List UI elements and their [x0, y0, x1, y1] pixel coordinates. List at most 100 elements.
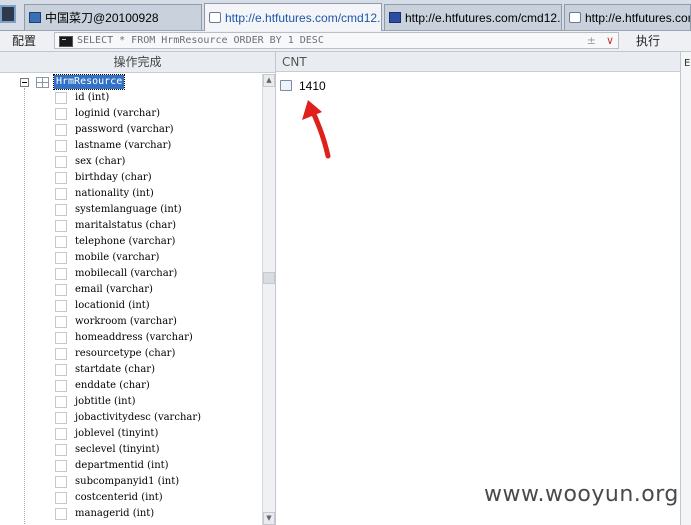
column-icon	[55, 508, 67, 520]
tree-node-column[interactable]: costcenterid (int)	[0, 490, 262, 506]
column-label: loginid (varchar)	[75, 108, 161, 119]
flag-icon	[389, 12, 401, 23]
tree-node-column[interactable]: homeaddress (varchar)	[0, 330, 262, 346]
tree-node-column[interactable]: jobactivitydesc (varchar)	[0, 410, 262, 426]
tab-url-2[interactable]: http://e.htfutures.com/cmd12...	[384, 4, 562, 30]
execute-button[interactable]: 执行	[626, 33, 670, 49]
tree-node-column[interactable]: systemlanguage (int)	[0, 202, 262, 218]
column-icon	[55, 428, 67, 440]
right-panel-edge: E	[680, 52, 691, 525]
tree-node-column[interactable]: id (int)	[0, 90, 262, 106]
column-label: startdate (char)	[75, 364, 155, 375]
column-label: systemlanguage (int)	[75, 204, 182, 215]
tree-node-column[interactable]: resourcetype (char)	[0, 346, 262, 362]
column-icon	[55, 92, 67, 104]
chevron-down-icon[interactable]: ∨	[606, 33, 614, 48]
tree-node-column[interactable]: loginid (varchar)	[0, 106, 262, 122]
schema-tree[interactable]: HrmResource id (int) loginid (varchar) pas…	[0, 74, 262, 525]
tree-node-column[interactable]: jobtitle (int)	[0, 394, 262, 410]
tab-title: http://e.htfutures.com/cmd12...	[225, 10, 382, 25]
column-icon	[55, 284, 67, 296]
tree-node-column[interactable]: workroom (varchar)	[0, 314, 262, 330]
table-icon	[36, 77, 49, 88]
scroll-thumb[interactable]	[263, 272, 275, 284]
tree-node-column[interactable]: mobilecall (varchar)	[0, 266, 262, 282]
column-icon	[55, 268, 67, 280]
tree-node-column[interactable]: enddate (char)	[0, 378, 262, 394]
tree-node-hrmresource[interactable]: HrmResource	[52, 74, 126, 90]
tab-chopper[interactable]: 中国菜刀@20100928	[24, 4, 202, 30]
tree-node-column[interactable]: password (varchar)	[0, 122, 262, 138]
tree-node-column[interactable]: joblevel (tinyint)	[0, 426, 262, 442]
scroll-up-icon[interactable]: ▲	[263, 74, 275, 87]
tab-active-url[interactable]: http://e.htfutures.com/cmd12...	[204, 3, 382, 31]
column-icon	[55, 348, 67, 360]
column-icon	[55, 300, 67, 312]
column-label: locationid (int)	[75, 300, 150, 311]
column-label: seclevel (tinyint)	[75, 444, 160, 455]
column-icon	[55, 460, 67, 472]
tree-node-column[interactable]: subcompanyid1 (int)	[0, 474, 262, 490]
column-icon	[55, 316, 67, 328]
tree-node-column[interactable]: birthday (char)	[0, 170, 262, 186]
watermark: www.wooyun.org	[484, 482, 679, 507]
tab-url-3[interactable]: http://e.htfutures.com/	[564, 4, 691, 30]
right-edge-label: E	[684, 58, 691, 69]
tree-node-column[interactable]: lastname (varchar)	[0, 138, 262, 154]
tree-node-column[interactable]: departmentid (int)	[0, 458, 262, 474]
tree-node-column[interactable]: telephone (varchar)	[0, 234, 262, 250]
column-label: homeaddress (varchar)	[75, 332, 193, 343]
tree-node-column[interactable]: maritalstatus (char)	[0, 218, 262, 234]
collapse-icon[interactable]	[20, 78, 29, 87]
page-icon	[569, 12, 581, 23]
column-icon	[55, 444, 67, 456]
tree-node-column[interactable]: locationid (int)	[0, 298, 262, 314]
status-header: 操作完成	[0, 52, 275, 73]
tree-node-column[interactable]: email (varchar)	[0, 282, 262, 298]
column-label: managerid (int)	[75, 508, 155, 519]
column-icon	[55, 108, 67, 120]
tab-title: 中国菜刀@20100928	[45, 11, 159, 25]
schema-panel: 操作完成 HrmResource id (int) loginid (varcha…	[0, 52, 276, 525]
tree-scrollbar[interactable]: ▲ ▼	[262, 74, 275, 525]
column-label: maritalstatus (char)	[75, 220, 177, 231]
sql-input[interactable]: SELECT * FROM HrmResource ORDER BY 1 DES…	[54, 32, 619, 49]
column-label: resourcetype (char)	[75, 348, 176, 359]
column-label: joblevel (tinyint)	[75, 428, 159, 439]
column-icon	[55, 252, 67, 264]
column-header-cnt[interactable]: CNT	[276, 52, 680, 72]
column-icon	[55, 492, 67, 504]
column-label: email (varchar)	[75, 284, 153, 295]
terminal-icon	[59, 36, 73, 47]
sql-toolbar: 配置 SELECT * FROM HrmResource ORDER BY 1 …	[0, 31, 691, 52]
tree-node-column[interactable]: sex (char)	[0, 154, 262, 170]
column-icon	[55, 236, 67, 248]
column-icon	[55, 156, 67, 168]
column-label: enddate (char)	[75, 380, 150, 391]
column-label: mobile (varchar)	[75, 252, 160, 263]
column-icon	[55, 412, 67, 424]
column-label: mobilecall (varchar)	[75, 268, 178, 279]
cnt-value: 1410	[299, 79, 326, 93]
column-label: departmentid (int)	[75, 460, 169, 471]
tree-node-column[interactable]: startdate (char)	[0, 362, 262, 378]
column-label: nationality (int)	[75, 188, 154, 199]
column-icon	[55, 140, 67, 152]
red-arrow-icon	[302, 100, 331, 159]
page-icon	[209, 12, 221, 23]
column-list: id (int) loginid (varchar) password (varch…	[0, 90, 262, 522]
tree-node-column[interactable]: nationality (int)	[0, 186, 262, 202]
tree-node-column[interactable]: mobile (varchar)	[0, 250, 262, 266]
column-label: id (int)	[75, 92, 110, 103]
config-button[interactable]: 配置	[4, 33, 44, 49]
column-label: costcenterid (int)	[75, 492, 163, 503]
plus-minus-icon[interactable]: ±	[587, 33, 596, 48]
window-menu-icon[interactable]	[0, 5, 16, 23]
column-icon	[55, 396, 67, 408]
column-icon	[55, 172, 67, 184]
tree-node-column[interactable]: seclevel (tinyint)	[0, 442, 262, 458]
tab-title: http://e.htfutures.com/cmd12...	[405, 10, 562, 25]
column-icon	[55, 380, 67, 392]
scroll-down-icon[interactable]: ▼	[263, 512, 275, 525]
tree-node-column[interactable]: managerid (int)	[0, 506, 262, 522]
